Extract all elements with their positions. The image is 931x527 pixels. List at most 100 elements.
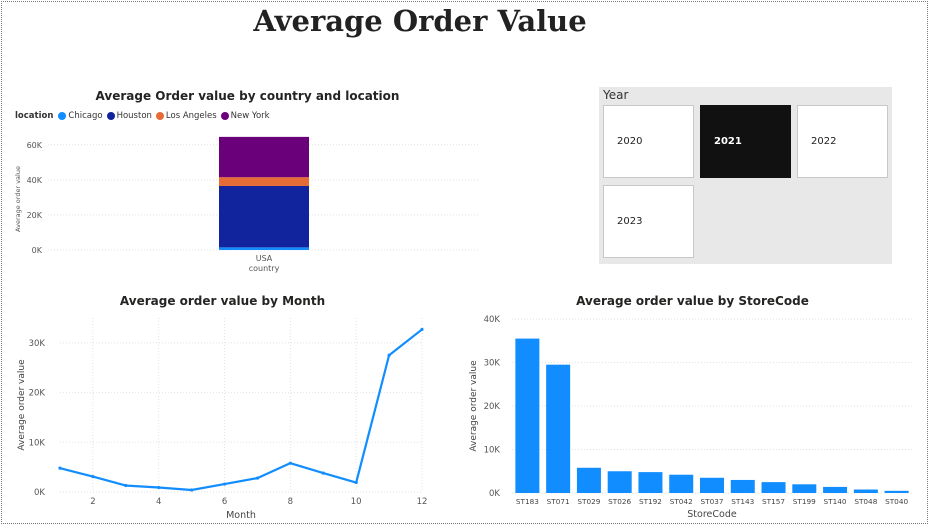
data-point bbox=[58, 466, 62, 470]
series-line bbox=[59, 328, 423, 492]
data-point bbox=[124, 483, 128, 488]
y-tick-label: 0K bbox=[489, 489, 500, 499]
x-tick-label: ST026 bbox=[608, 497, 631, 506]
legend-item-new-york[interactable]: New York bbox=[220, 111, 270, 121]
y-tick-label: 60K bbox=[27, 141, 43, 150]
x-tick-label: 8 bbox=[288, 497, 293, 507]
legend-dot-new-york bbox=[220, 112, 229, 120]
chart-storecode: 0K 10K 20K 30K 40K ST183 ST071 ST029 ST026 ST192 S… bbox=[469, 315, 912, 520]
y-axis-label: Average order value bbox=[469, 360, 479, 452]
chart-month: 0K 10K 20K 30K 2 4 6 8 10 12 Month Average order va… bbox=[17, 318, 428, 521]
legend-label-houston: Houston bbox=[116, 111, 152, 121]
bar-st029 bbox=[576, 467, 601, 493]
slicer-title: Year bbox=[603, 88, 629, 102]
x-tick-label: 6 bbox=[222, 497, 227, 507]
slicer-option-2023[interactable]: 2023 bbox=[603, 185, 694, 258]
data-point bbox=[190, 488, 194, 492]
y-axis-label: Average order value bbox=[17, 359, 27, 451]
bar-segment-los-angeles bbox=[219, 177, 309, 186]
legend-location: location Chicago Houston Los Angeles New… bbox=[15, 111, 274, 121]
y-tick-label: 30K bbox=[484, 359, 501, 369]
slicer-option-2022[interactable]: 2022 bbox=[797, 105, 888, 178]
bar-st199 bbox=[792, 484, 817, 493]
legend-label-chicago: Chicago bbox=[68, 111, 103, 121]
slicer-option-2020[interactable]: 2020 bbox=[603, 105, 694, 178]
x-tick-label: ST157 bbox=[762, 497, 785, 506]
data-point bbox=[91, 474, 95, 479]
chart-title-country-location: Average Order value by country and locat… bbox=[95, 89, 400, 103]
x-tick-label: USA bbox=[256, 254, 273, 263]
x-axis-label: StoreCode bbox=[687, 509, 737, 520]
x-tick-label: ST071 bbox=[547, 497, 570, 506]
y-tick-label: 30K bbox=[29, 339, 46, 349]
slicer-option-label: 2023 bbox=[617, 216, 643, 227]
legend-dot-houston bbox=[106, 112, 115, 120]
x-tick-label: 10 bbox=[351, 497, 362, 507]
data-point bbox=[157, 485, 161, 490]
data-point bbox=[420, 327, 424, 332]
y-tick-label: 10K bbox=[29, 438, 46, 448]
legend-item-chicago[interactable]: Chicago bbox=[58, 111, 103, 121]
bar-st157 bbox=[761, 482, 786, 493]
bar-segment-new-york bbox=[219, 136, 309, 178]
slicer-option-label: 2020 bbox=[617, 136, 643, 147]
slicer-option-2021[interactable]: 2021 bbox=[700, 105, 791, 178]
bar-st037 bbox=[700, 477, 724, 493]
chart-title-storecode: Average order value by StoreCode bbox=[576, 294, 809, 308]
page-title: Average Order Value bbox=[253, 4, 587, 38]
x-tick-label: ST042 bbox=[670, 497, 693, 506]
data-point bbox=[321, 471, 325, 475]
year-slicer: Year 2020 2021 2022 2023 bbox=[599, 87, 892, 264]
x-tick-label: 4 bbox=[156, 497, 161, 507]
y-tick-label: 20K bbox=[27, 211, 43, 220]
legend-title: location bbox=[15, 111, 54, 121]
y-tick-label: 0K bbox=[34, 488, 45, 498]
data-point bbox=[387, 353, 391, 357]
bar-st140 bbox=[823, 486, 848, 493]
x-tick-label: ST192 bbox=[639, 497, 662, 506]
bar-st183 bbox=[515, 338, 540, 493]
bar-st143 bbox=[730, 479, 755, 493]
x-tick-label: ST048 bbox=[854, 497, 877, 506]
bar-segment-chicago bbox=[219, 247, 309, 250]
y-axis-label: Average order value bbox=[14, 166, 22, 232]
legend-label-los-angeles: Los Angeles bbox=[165, 111, 217, 121]
x-tick-label: ST037 bbox=[700, 497, 723, 506]
x-tick-label: ST029 bbox=[577, 497, 600, 506]
x-tick-label: ST040 bbox=[885, 497, 908, 506]
slicer-option-label: 2021 bbox=[714, 136, 742, 147]
x-tick-label: ST183 bbox=[516, 497, 539, 506]
data-point bbox=[222, 482, 227, 486]
y-tick-label: 10K bbox=[484, 446, 501, 456]
chart-title-month: Average order value by Month bbox=[119, 294, 326, 308]
legend-dot-los-angeles bbox=[155, 112, 164, 120]
x-tick-label: ST140 bbox=[824, 497, 847, 506]
legend-item-los-angeles[interactable]: Los Angeles bbox=[155, 111, 217, 121]
y-tick-label: 40K bbox=[484, 315, 501, 325]
y-tick-label: 40K bbox=[27, 176, 43, 185]
y-tick-label: 0K bbox=[32, 246, 43, 255]
x-tick-label: 12 bbox=[417, 497, 428, 507]
bar-st192 bbox=[638, 472, 663, 493]
slicer-option-label: 2022 bbox=[811, 136, 837, 147]
bar-st042 bbox=[669, 474, 694, 493]
data-point bbox=[288, 461, 292, 465]
bar-st048 bbox=[853, 489, 878, 493]
x-tick-label: 2 bbox=[90, 497, 95, 507]
bar-st026 bbox=[607, 471, 632, 493]
x-tick-label: ST199 bbox=[793, 497, 816, 506]
x-axis-label: country bbox=[249, 264, 280, 273]
x-tick-label: ST143 bbox=[731, 497, 754, 506]
legend-item-houston[interactable]: Houston bbox=[106, 111, 152, 121]
data-point bbox=[255, 476, 260, 480]
legend-label-new-york: New York bbox=[230, 111, 270, 121]
legend-dot-chicago bbox=[58, 112, 67, 120]
chart-country-location: 0K 20K 40K 60K USAcountry Average order value bbox=[14, 136, 480, 273]
data-point bbox=[354, 480, 358, 485]
x-axis-label: Month bbox=[226, 510, 256, 521]
y-tick-label: 20K bbox=[484, 402, 501, 412]
bar-st071 bbox=[546, 364, 571, 493]
bar-segment-houston bbox=[219, 185, 309, 248]
y-tick-label: 20K bbox=[29, 389, 46, 399]
bar-st040 bbox=[884, 490, 909, 493]
